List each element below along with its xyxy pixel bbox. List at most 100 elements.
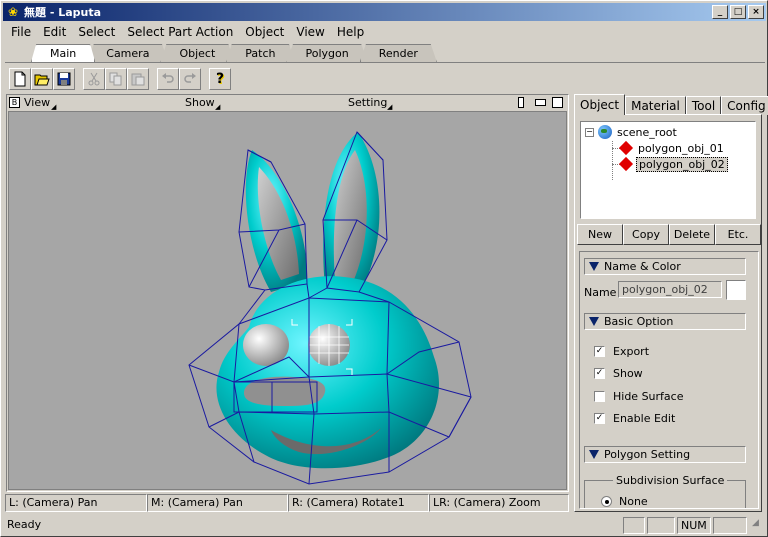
menu-view[interactable]: View: [290, 25, 330, 39]
tree-label: polygon_obj_01: [638, 141, 724, 155]
menu-bar: File Edit Select Select Part Action Obje…: [5, 23, 370, 41]
copy-button[interactable]: Copy: [623, 224, 669, 245]
viewport-split-icon[interactable]: [535, 99, 546, 106]
3d-canvas[interactable]: [8, 111, 567, 490]
enable-edit-label: Enable Edit: [613, 412, 676, 425]
tree-item-polygon-obj-02[interactable]: polygon_obj_02: [618, 156, 728, 172]
resize-grip-icon[interactable]: ◢: [749, 517, 763, 534]
close-button[interactable]: ×: [748, 5, 764, 19]
menu-select-part-action[interactable]: Select Part Action: [121, 25, 239, 39]
section-basic-option[interactable]: Basic Option: [584, 313, 746, 330]
paste-icon[interactable]: [127, 68, 149, 90]
menu-object[interactable]: Object: [239, 25, 290, 39]
show-dropdown[interactable]: Show: [185, 96, 215, 109]
hint-middle: M: (Camera) Pan: [147, 494, 288, 512]
subdivision-group: Subdivision Surface None: [584, 474, 746, 508]
subdivision-none-row[interactable]: None: [601, 495, 648, 508]
panel-tabs: Object Material Tool Config: [574, 94, 768, 115]
status-bar: Ready NUM ◢: [5, 516, 765, 534]
section-title: Name & Color: [604, 260, 681, 273]
save-icon[interactable]: [53, 68, 75, 90]
color-swatch[interactable]: [726, 280, 746, 300]
tab-panel-material[interactable]: Material: [625, 96, 686, 115]
enable-edit-checkbox-row[interactable]: ✓ Enable Edit: [594, 412, 675, 425]
status-pane-4: [713, 517, 747, 534]
show-dropdown-arrow-icon: ◢: [215, 103, 221, 111]
hint-left-right: LR: (Camera) Zoom: [429, 494, 569, 512]
export-label: Export: [613, 345, 650, 358]
tab-object[interactable]: Object: [160, 44, 235, 62]
menu-select[interactable]: Select: [72, 25, 121, 39]
show-label: Show: [613, 367, 643, 380]
redo-icon[interactable]: [179, 68, 201, 90]
tab-render[interactable]: Render: [359, 44, 437, 62]
viewport-maximize-icon[interactable]: [552, 97, 563, 108]
section-title: Basic Option: [604, 315, 674, 328]
help-glyph: ?: [215, 71, 225, 87]
undo-icon[interactable]: [157, 68, 179, 90]
app-icon[interactable]: ❀: [5, 4, 21, 20]
minimize-button[interactable]: _: [712, 5, 728, 19]
viewport-corner-button[interactable]: B: [9, 97, 20, 108]
name-field[interactable]: polygon_obj_02: [618, 281, 722, 298]
subdivision-none-radio[interactable]: [601, 496, 612, 507]
head: [216, 276, 439, 469]
enable-edit-checkbox[interactable]: ✓: [594, 413, 605, 424]
section-polygon-setting[interactable]: Polygon Setting: [584, 446, 746, 463]
export-checkbox-row[interactable]: ✓ Export: [594, 345, 649, 358]
open-folder-icon[interactable]: [31, 68, 53, 90]
tree-item-polygon-obj-01[interactable]: polygon_obj_01: [618, 140, 726, 156]
section-name-color[interactable]: Name & Color: [584, 258, 746, 275]
etc-button[interactable]: Etc.: [715, 224, 761, 245]
mode-tabs: Main Camera Object Patch Polygon Render: [31, 44, 437, 63]
hide-surface-checkbox[interactable]: [594, 391, 605, 402]
tree-item-scene-root[interactable]: − scene_root: [585, 124, 679, 140]
copy-icon[interactable]: [105, 68, 127, 90]
viewport-header: B View ◢ Show ◢ Setting ◢: [7, 95, 568, 111]
hide-surface-label: Hide Surface: [613, 390, 684, 403]
name-label: Name: [584, 286, 617, 299]
menu-edit[interactable]: Edit: [37, 25, 72, 39]
delete-button[interactable]: Delete: [669, 224, 715, 245]
export-checkbox[interactable]: ✓: [594, 346, 605, 357]
show-checkbox[interactable]: ✓: [594, 368, 605, 379]
hide-surface-checkbox-row[interactable]: Hide Surface: [594, 390, 683, 403]
subdivision-none-label: None: [619, 495, 648, 508]
hint-right: R: (Camera) Rotate1: [288, 494, 429, 512]
right-panel: Object Material Tool Config − scene_root…: [574, 94, 768, 512]
app-window: ❀ 無題 - Laputa _ □ × File Edit Select Sel…: [0, 0, 768, 537]
help-icon[interactable]: ?: [209, 68, 231, 90]
status-num: NUM: [677, 517, 711, 534]
viewport: B View ◢ Show ◢ Setting ◢: [6, 94, 569, 492]
view-dropdown-arrow-icon: ◢: [51, 103, 57, 111]
tab-panel-tool[interactable]: Tool: [685, 96, 722, 115]
maximize-button[interactable]: □: [730, 5, 746, 19]
tab-camera[interactable]: Camera: [87, 44, 169, 62]
toolbar: ?: [9, 67, 231, 91]
tab-main[interactable]: Main: [31, 44, 96, 62]
view-dropdown[interactable]: View: [24, 96, 50, 109]
setting-dropdown-arrow-icon: ◢: [387, 103, 393, 111]
tab-polygon[interactable]: Polygon: [286, 44, 368, 62]
viewport-single-icon[interactable]: [518, 97, 524, 108]
tree-label: scene_root: [617, 125, 677, 139]
setting-dropdown[interactable]: Setting: [348, 96, 387, 109]
tab-divider: [5, 62, 765, 63]
menu-file[interactable]: File: [5, 25, 37, 39]
scene-tree[interactable]: − scene_root polygon_obj_01 polygon_obj_…: [580, 121, 756, 219]
tab-patch[interactable]: Patch: [226, 44, 295, 62]
tab-panel-object[interactable]: Object: [574, 94, 626, 115]
title-bar[interactable]: ❀ 無題 - Laputa _ □ ×: [3, 3, 766, 21]
properties-panel[interactable]: Name & Color Name polygon_obj_02 Basic O…: [579, 251, 759, 509]
cut-icon[interactable]: [83, 68, 105, 90]
new-file-icon[interactable]: [9, 68, 31, 90]
panel-body: − scene_root polygon_obj_01 polygon_obj_…: [574, 114, 762, 512]
collapse-icon[interactable]: −: [585, 127, 594, 137]
show-checkbox-row[interactable]: ✓ Show: [594, 367, 643, 380]
collapse-triangle-icon: [589, 262, 599, 271]
status-text: Ready: [7, 518, 42, 531]
menu-help[interactable]: Help: [331, 25, 370, 39]
tab-panel-config[interactable]: Config: [721, 96, 768, 115]
new-button[interactable]: New: [577, 224, 623, 245]
section-title: Polygon Setting: [604, 448, 691, 461]
